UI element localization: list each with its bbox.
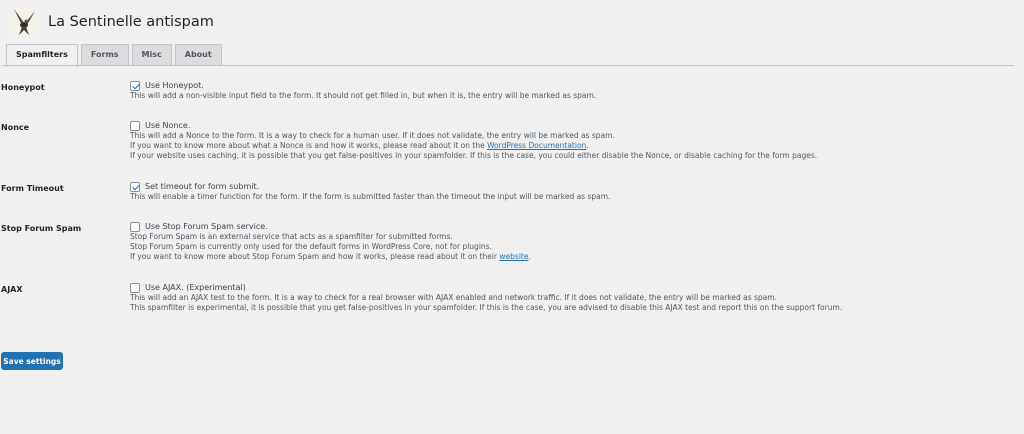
ajax-checkbox[interactable] (130, 282, 140, 293)
setting-field: Use AJAX. (Experimental) This will add a… (130, 282, 842, 313)
page-title: La Sentinelle antispam (48, 14, 214, 30)
ajax-option-label: Use AJAX. (Experimental) (145, 283, 246, 292)
honeypot-option: Use Honeypot. (130, 80, 596, 91)
setting-label: Nonce (1, 123, 30, 132)
honeypot-checkbox[interactable] (130, 80, 140, 91)
wordpress-documentation-link[interactable]: WordPress Documentation (487, 141, 586, 150)
setting-field: Use Stop Forum Spam service. Stop Forum … (130, 221, 531, 262)
setting-label: Stop Forum Spam (1, 224, 82, 233)
setting-description: This will add a Nonce to the form. It is… (130, 131, 615, 140)
nonce-option: Use Nonce. (130, 120, 817, 131)
tab-about[interactable]: About (174, 44, 222, 66)
description-text: If you want to know more about what a No… (130, 141, 488, 150)
timeout-option: Set timeout for form submit. (130, 181, 610, 192)
setting-description: If you want to know more about what a No… (130, 141, 817, 151)
setting-description: This will add an AJAX test to the form. … (130, 293, 777, 302)
nonce-option-label: Use Nonce. (145, 121, 191, 130)
setting-description: If your website uses caching, it is poss… (130, 151, 818, 160)
description-text: . (528, 252, 531, 261)
description-text: . (586, 141, 589, 150)
tabs-divider (2, 65, 1014, 66)
setting-field: Use Nonce. This will add a Nonce to the … (130, 120, 817, 161)
setting-label: Form Timeout (1, 184, 64, 193)
ajax-option: Use AJAX. (Experimental) (130, 282, 842, 293)
tab-forms[interactable]: Forms (80, 44, 129, 66)
setting-description: If you want to know more about Stop Foru… (130, 252, 531, 262)
setting-field: Set timeout for form submit. This will e… (130, 181, 610, 202)
setting-label: Honeypot (1, 83, 45, 92)
sentinel-bird-logo-icon (8, 6, 40, 38)
setting-field: Use Honeypot. This will add a non-visibl… (130, 80, 596, 101)
setting-description: This will enable a timer function for th… (130, 192, 611, 201)
timeout-checkbox[interactable] (130, 181, 140, 192)
sfs-checkbox[interactable] (130, 221, 140, 232)
sfs-option: Use Stop Forum Spam service. (130, 221, 531, 232)
sfs-option-label: Use Stop Forum Spam service. (145, 222, 268, 231)
tab-misc[interactable]: Misc (131, 44, 172, 66)
setting-label: AJAX (1, 285, 23, 294)
setting-description: This spamfilter is experimental, it is p… (130, 303, 843, 312)
setting-description: This will add a non-visible input field … (130, 91, 597, 100)
save-settings-button[interactable]: Save settings (1, 352, 63, 370)
sfs-website-link[interactable]: website (499, 252, 528, 261)
settings-tabs: Spamfilters Forms Misc About (6, 44, 225, 67)
tab-spamfilters[interactable]: Spamfilters (6, 44, 78, 67)
timeout-option-label: Set timeout for form submit. (145, 182, 260, 191)
honeypot-option-label: Use Honeypot. (145, 81, 204, 90)
setting-description: Stop Forum Spam is an external service t… (130, 232, 453, 241)
nonce-checkbox[interactable] (130, 120, 140, 131)
setting-description: Stop Forum Spam is currently only used f… (130, 242, 492, 251)
description-text: If you want to know more about Stop Foru… (130, 252, 500, 261)
plugin-header: La Sentinelle antispam (8, 4, 214, 40)
